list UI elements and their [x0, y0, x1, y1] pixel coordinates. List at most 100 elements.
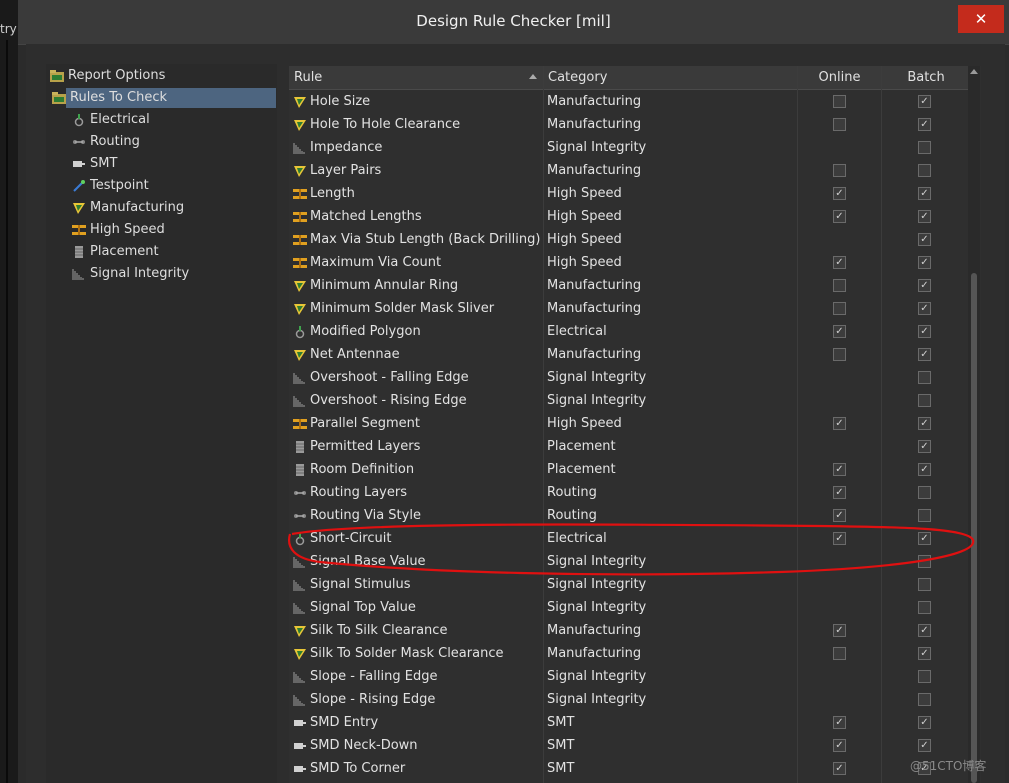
online-checkbox[interactable] [833, 348, 846, 361]
table-row[interactable]: Maximum Via Count High Speed ✓ ✓ [289, 251, 969, 274]
online-checkbox[interactable] [833, 647, 846, 660]
online-checkbox[interactable]: ✓ [833, 486, 846, 499]
batch-checkbox[interactable]: ✓ [918, 624, 931, 637]
table-row[interactable]: Parallel Segment High Speed ✓ ✓ [289, 412, 969, 435]
online-checkbox[interactable]: ✓ [833, 325, 846, 338]
tree-item-rules-to-check[interactable]: Rules To Check [52, 88, 276, 108]
table-row[interactable]: Routing Layers Routing ✓ [289, 481, 969, 504]
column-header-category[interactable]: Category [543, 66, 801, 89]
tree-item-signal-integrity[interactable]: Signal Integrity [72, 264, 189, 284]
batch-checkbox[interactable]: ✓ [918, 325, 931, 338]
batch-checkbox[interactable] [918, 394, 931, 407]
batch-checkbox[interactable]: ✓ [918, 256, 931, 269]
table-row[interactable]: Silk To Silk Clearance Manufacturing ✓ ✓ [289, 619, 969, 642]
batch-checkbox[interactable]: ✓ [918, 532, 931, 545]
batch-checkbox[interactable] [918, 371, 931, 384]
column-header-batch[interactable]: Batch [881, 66, 970, 89]
table-row[interactable]: Hole Size Manufacturing ✓ [289, 90, 969, 113]
batch-checkbox[interactable]: ✓ [918, 233, 931, 246]
batch-checkbox[interactable]: ✓ [918, 210, 931, 223]
online-checkbox[interactable]: ✓ [833, 210, 846, 223]
table-row[interactable]: SMD To Corner SMT ✓ ✓ [289, 757, 969, 780]
table-row[interactable]: Max Via Stub Length (Back Drilling) High … [289, 228, 969, 251]
batch-checkbox[interactable]: ✓ [918, 95, 931, 108]
batch-checkbox[interactable] [918, 509, 931, 522]
table-row[interactable]: Overshoot - Falling Edge Signal Integrity [289, 366, 969, 389]
table-row[interactable]: Room Definition Placement ✓ ✓ [289, 458, 969, 481]
table-row[interactable]: Length High Speed ✓ ✓ [289, 182, 969, 205]
online-checkbox[interactable]: ✓ [833, 256, 846, 269]
online-checkbox[interactable] [833, 164, 846, 177]
batch-checkbox[interactable]: ✓ [918, 739, 931, 752]
online-checkbox[interactable] [833, 302, 846, 315]
table-row[interactable]: Minimum Solder Mask Sliver Manufacturing ✓ [289, 297, 969, 320]
table-row[interactable]: SMD Entry SMT ✓ ✓ [289, 711, 969, 734]
batch-checkbox[interactable] [918, 141, 931, 154]
online-checkbox[interactable]: ✓ [833, 532, 846, 545]
table-row[interactable]: Slope - Rising Edge Signal Integrity [289, 688, 969, 711]
vertical-scrollbar[interactable] [968, 66, 980, 783]
batch-checkbox[interactable] [918, 670, 931, 683]
batch-checkbox[interactable]: ✓ [918, 348, 931, 361]
table-row[interactable]: Modified Polygon Electrical ✓ ✓ [289, 320, 969, 343]
online-checkbox[interactable] [833, 118, 846, 131]
batch-checkbox[interactable]: ✓ [918, 279, 931, 292]
table-row[interactable]: Signal Stimulus Signal Integrity [289, 573, 969, 596]
table-row[interactable]: Short-Circuit Electrical ✓ ✓ [289, 527, 969, 550]
table-row[interactable]: Slope - Falling Edge Signal Integrity [289, 665, 969, 688]
online-checkbox[interactable]: ✓ [833, 762, 846, 775]
column-header-rule[interactable]: Rule [294, 66, 542, 89]
batch-checkbox[interactable]: ✓ [918, 187, 931, 200]
batch-checkbox[interactable] [918, 164, 931, 177]
batch-checkbox[interactable] [918, 693, 931, 706]
table-row[interactable]: Signal Base Value Signal Integrity [289, 550, 969, 573]
tree-item-high-speed[interactable]: High Speed [72, 220, 165, 240]
online-checkbox[interactable]: ✓ [833, 509, 846, 522]
online-checkbox[interactable]: ✓ [833, 739, 846, 752]
table-row[interactable]: Overshoot - Rising Edge Signal Integrity [289, 389, 969, 412]
batch-checkbox[interactable]: ✓ [918, 417, 931, 430]
tree-item-manufacturing[interactable]: Manufacturing [72, 198, 184, 218]
sort-ascending-icon [529, 74, 537, 79]
batch-checkbox[interactable] [918, 601, 931, 614]
tree-item-testpoint[interactable]: Testpoint [72, 176, 149, 196]
tree-item-electrical[interactable]: Electrical [72, 110, 150, 130]
table-row[interactable]: Layer Pairs Manufacturing [289, 159, 969, 182]
online-checkbox[interactable]: ✓ [833, 624, 846, 637]
batch-checkbox[interactable]: ✓ [918, 440, 931, 453]
table-row[interactable]: Minimum Annular Ring Manufacturing ✓ [289, 274, 969, 297]
close-button[interactable]: ✕ [958, 5, 1004, 33]
online-checkbox[interactable]: ✓ [833, 716, 846, 729]
batch-checkbox[interactable] [918, 578, 931, 591]
online-checkbox[interactable] [833, 279, 846, 292]
column-header-online[interactable]: Online [797, 66, 881, 89]
tree-item-routing[interactable]: Routing [72, 132, 140, 152]
table-row[interactable]: Silk To Solder Mask Clearance Manufacturi… [289, 642, 969, 665]
table-row[interactable]: Matched Lengths High Speed ✓ ✓ [289, 205, 969, 228]
batch-checkbox[interactable] [918, 486, 931, 499]
tree-item-placement[interactable]: Placement [72, 242, 159, 262]
batch-checkbox[interactable]: ✓ [918, 302, 931, 315]
batch-checkbox[interactable]: ✓ [918, 716, 931, 729]
online-checkbox[interactable] [833, 95, 846, 108]
online-checkbox[interactable]: ✓ [833, 417, 846, 430]
table-row[interactable]: Routing Via Style Routing ✓ [289, 504, 969, 527]
online-checkbox[interactable]: ✓ [833, 463, 846, 476]
tree-item-smt[interactable]: SMT [72, 154, 117, 174]
scroll-thumb[interactable] [971, 273, 977, 783]
rule-name: SMD Entry [310, 715, 379, 730]
table-row[interactable]: Signal Top Value Signal Integrity [289, 596, 969, 619]
table-row[interactable]: Permitted Layers Placement ✓ [289, 435, 969, 458]
batch-checkbox[interactable] [918, 555, 931, 568]
table-row[interactable]: Net Antennae Manufacturing ✓ [289, 343, 969, 366]
batch-checkbox[interactable]: ✓ [918, 463, 931, 476]
rule-category: SMT [547, 761, 575, 776]
online-checkbox[interactable]: ✓ [833, 187, 846, 200]
table-row[interactable]: Hole To Hole Clearance Manufacturing ✓ [289, 113, 969, 136]
tree-item-report-options[interactable]: Report Options [50, 66, 165, 86]
table-row[interactable]: Impedance Signal Integrity [289, 136, 969, 159]
batch-checkbox[interactable]: ✓ [918, 647, 931, 660]
table-row[interactable]: SMD Neck-Down SMT ✓ ✓ [289, 734, 969, 757]
batch-checkbox[interactable]: ✓ [918, 118, 931, 131]
scroll-up-icon[interactable] [970, 69, 978, 74]
